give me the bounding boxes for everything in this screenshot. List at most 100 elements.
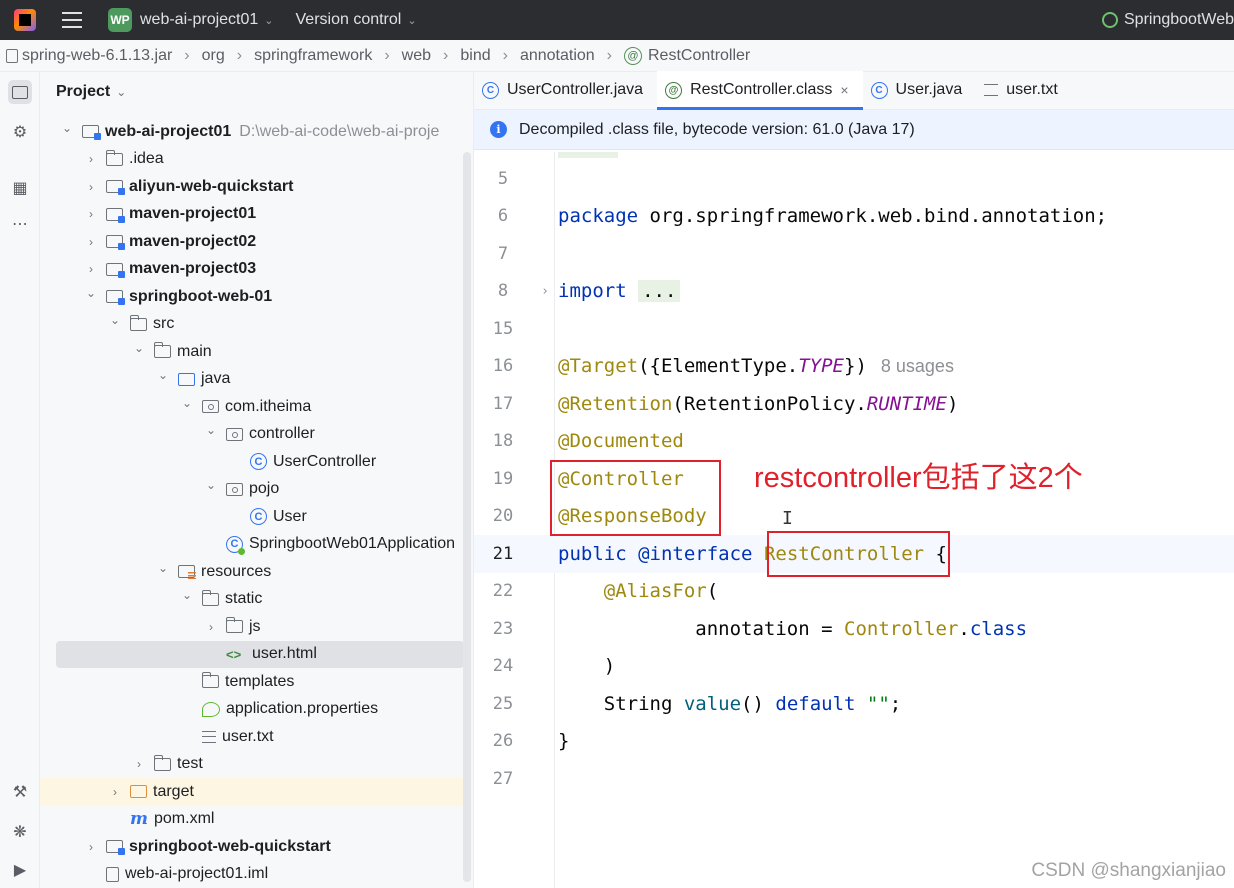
tree-item[interactable]: ›application.properties xyxy=(40,696,464,724)
chevron-down-icon[interactable]: ⌄ xyxy=(156,368,170,382)
code-line: 16 @Target({ElementType.TYPE}) 8 usages xyxy=(474,348,1234,386)
chevron-down-icon[interactable]: ⌄ xyxy=(116,85,126,99)
chevron-right-icon[interactable]: › xyxy=(84,207,98,221)
watermark: CSDN @shangxianjiao xyxy=(1031,860,1226,881)
project-panel-header[interactable]: Project ⌄ xyxy=(40,72,473,112)
code-line: 7 xyxy=(474,235,1234,273)
tree-item[interactable]: ›CSpringbootWeb01Application xyxy=(40,531,464,559)
debug-bug-icon[interactable]: ❋ xyxy=(8,820,32,844)
version-control-widget[interactable]: Version control xyxy=(296,11,402,29)
tree-item[interactable]: ⌄ springboot-web-01 xyxy=(40,283,464,311)
maven-icon: m xyxy=(130,809,148,830)
code-line: 25 String value() default ""; xyxy=(474,685,1234,723)
chevron-right-icon[interactable]: › xyxy=(108,785,122,799)
more-tools-icon[interactable]: ⋯ xyxy=(8,212,32,236)
project-switcher[interactable]: web-ai-project01 xyxy=(140,11,258,29)
close-icon[interactable]: × xyxy=(840,82,848,98)
folder-icon xyxy=(225,617,243,634)
tree-item[interactable]: ⌄ static xyxy=(40,586,464,614)
editor-tab-label: RestController.class xyxy=(690,81,833,98)
chevron-down-icon[interactable]: ⌄ xyxy=(264,14,273,27)
tree-item-label: static xyxy=(225,590,263,608)
tree-item[interactable]: ›CUserController xyxy=(40,448,464,476)
tree-item[interactable]: ⌄ java xyxy=(40,366,464,394)
tree-item[interactable]: › test xyxy=(40,751,464,779)
editor-tab[interactable]: @ RestController.class × xyxy=(657,71,864,110)
chevron-down-icon[interactable]: ⌄ xyxy=(204,478,218,492)
tree-item[interactable]: › target xyxy=(40,778,464,806)
chevron-right-icon[interactable]: › xyxy=(132,757,146,771)
breadcrumb-item-web[interactable]: web xyxy=(402,47,431,65)
build-hammer-icon[interactable]: ⚒ xyxy=(8,780,32,804)
intellij-logo-icon[interactable] xyxy=(14,9,36,31)
chevron-right-icon[interactable]: › xyxy=(84,235,98,249)
line-number: 8 xyxy=(497,281,509,302)
usages-inlay-hint[interactable]: 8 usages xyxy=(881,356,954,377)
project-panel: Project ⌄ ⌄ web-ai-project01 D:\web-ai-cod… xyxy=(40,72,474,888)
chevron-right-icon[interactable]: › xyxy=(84,180,98,194)
chevron-down-icon[interactable]: ⌄ xyxy=(407,14,416,27)
chevron-down-icon[interactable]: ⌄ xyxy=(180,396,194,410)
tree-item[interactable]: ⌄ web-ai-project01 D:\web-ai-code\web-ai-p… xyxy=(40,118,464,146)
txt-icon xyxy=(202,730,216,743)
breadcrumb-item-bind[interactable]: bind xyxy=(460,47,490,65)
tree-item[interactable]: ›mpom.xml xyxy=(40,806,464,834)
chevron-down-icon[interactable]: ⌄ xyxy=(132,341,146,355)
tree-item[interactable]: ›<>user.html xyxy=(56,640,464,668)
breadcrumb-item-restcontroller[interactable]: @ RestController xyxy=(624,46,750,65)
chevron-right-icon[interactable]: › xyxy=(84,262,98,276)
project-badge[interactable]: WP xyxy=(108,8,132,32)
breadcrumb-item-jar[interactable]: spring-web-6.1.13.jar xyxy=(6,47,172,65)
chevron-right-icon[interactable]: › xyxy=(204,620,218,634)
run-configuration-selector[interactable]: SpringbootWeb xyxy=(1094,0,1234,40)
tree-item[interactable]: ›web-ai-project01.iml xyxy=(40,861,464,888)
tree-item[interactable]: ›CUser xyxy=(40,503,464,531)
tree-item[interactable]: ⌄ pojo xyxy=(40,476,464,504)
fold-expand-icon[interactable]: › xyxy=(532,284,558,299)
tree-item-label: springboot-web-01 xyxy=(129,287,273,305)
structure-icon[interactable]: ▦ xyxy=(8,176,32,200)
project-panel-scrollbar[interactable] xyxy=(463,152,471,882)
services-gear-icon[interactable]: ⚙ xyxy=(8,120,32,144)
line-number: 16 xyxy=(492,356,514,377)
tree-item[interactable]: ⌄ src xyxy=(40,311,464,339)
code-editor[interactable]: 5 6 package org.springframework.web.bind… xyxy=(474,152,1234,888)
tree-item[interactable]: ⌄ controller xyxy=(40,421,464,449)
tree-item[interactable]: › maven-project02 xyxy=(40,228,464,256)
editor-tab-bar: C UserController.java @ RestController.clas… xyxy=(474,71,1234,110)
folded-imports[interactable]: ... xyxy=(638,280,681,303)
breadcrumb-item-org[interactable]: org xyxy=(202,47,225,65)
tree-item[interactable]: › .idea xyxy=(40,146,464,174)
module-icon xyxy=(82,125,101,141)
editor-tab[interactable]: C User.java xyxy=(863,71,977,109)
tree-item[interactable]: › springboot-web-quickstart xyxy=(40,833,464,861)
editor-tab[interactable]: C UserController.java xyxy=(474,71,657,109)
chevron-down-icon[interactable]: ⌄ xyxy=(180,588,194,602)
keyword: package xyxy=(558,205,639,228)
chevron-right-icon[interactable]: › xyxy=(84,840,98,854)
tree-item[interactable]: ⌄ resources xyxy=(40,558,464,586)
chevron-right-icon[interactable]: › xyxy=(84,152,98,166)
highlight-box-restcontroller xyxy=(767,531,950,577)
tree-item[interactable]: › maven-project01 xyxy=(40,201,464,229)
project-tool-icon[interactable] xyxy=(8,80,32,104)
chevron-down-icon[interactable]: ⌄ xyxy=(60,121,74,135)
tree-item[interactable]: › aliyun-web-quickstart xyxy=(40,173,464,201)
tree-item[interactable]: ›user.txt xyxy=(40,723,464,751)
tool-window-strip: ⚙ ▦ ⋯ ⚒ ❋ ▶ xyxy=(0,72,40,888)
tree-item[interactable]: ⌄ main xyxy=(40,338,464,366)
line-number: 15 xyxy=(492,318,514,339)
tree-item[interactable]: › js xyxy=(40,613,464,641)
tree-item[interactable]: ⌄ com.itheima xyxy=(40,393,464,421)
chevron-down-icon[interactable]: ⌄ xyxy=(204,423,218,437)
chevron-down-icon[interactable]: ⌄ xyxy=(108,313,122,327)
breadcrumb-item-springframework[interactable]: springframework xyxy=(254,47,372,65)
main-menu-icon[interactable] xyxy=(62,12,82,28)
run-services-icon[interactable]: ▶ xyxy=(8,858,32,882)
tree-item[interactable]: › maven-project03 xyxy=(40,256,464,284)
tree-item[interactable]: ›templates xyxy=(40,668,464,696)
breadcrumb-item-annotation[interactable]: annotation xyxy=(520,47,595,65)
chevron-down-icon[interactable]: ⌄ xyxy=(156,561,170,575)
chevron-down-icon[interactable]: ⌄ xyxy=(84,286,98,300)
editor-tab[interactable]: user.txt xyxy=(976,71,1072,109)
